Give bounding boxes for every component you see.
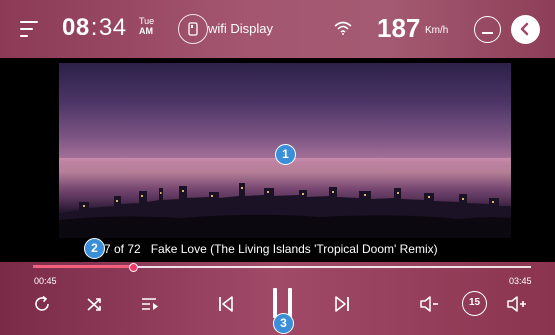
wifi-display-label[interactable]: wifi Display [208,21,273,37]
clock: 08:34 [62,14,127,42]
day-label: Tue [139,16,155,26]
menu-icon[interactable] [20,21,38,37]
wifi-icon [334,21,352,35]
shuffle-button[interactable] [84,293,106,315]
elapsed-time: 00:45 [34,276,57,286]
day-indicator: Tue AM [139,16,154,36]
volume-up-icon [507,296,526,312]
clock-hours: 08 [62,14,90,41]
back-button[interactable] [511,15,540,44]
playlist-button[interactable] [139,293,161,315]
previous-icon [219,296,233,312]
next-button[interactable] [331,293,353,315]
clock-colon: : [90,14,98,41]
minimize-button[interactable] [474,16,501,43]
clock-minutes: 34 [98,14,127,41]
callout-marker-1: 1 [275,144,296,165]
volume-down-icon [420,296,438,312]
volume-down-button[interactable] [418,293,440,315]
volume-up-button[interactable] [505,293,527,315]
next-icon [335,296,349,312]
minimize-icon [482,32,493,34]
shuffle-icon [87,298,101,311]
progress-fill [33,265,133,268]
track-title: Fake Love (The Living Islands 'Tropical … [150,242,438,256]
callout-marker-2: 2 [84,238,105,259]
speed-value: 187 [377,13,421,43]
previous-button[interactable] [215,293,237,315]
pause-icon [273,288,277,318]
status-bar: 08:34 Tue AM wifi Display 187 Km/h [0,0,555,58]
wifi-display-button[interactable] [178,14,208,44]
track-index: 7 of 72 [104,242,141,256]
back-icon [520,22,529,36]
callout-marker-3: 3 [273,313,294,334]
track-info: 7 of 72 Fake Love (The Living Islands 'Tr… [104,242,438,256]
repeat-button[interactable] [31,293,53,315]
speed-unit: Km/h [425,25,449,36]
city-skyline-image [59,158,511,238]
ampm-label: AM [139,26,153,36]
total-time: 03:45 [509,276,532,286]
repeat-icon [35,295,49,311]
rewind-15-button[interactable]: 15 [462,291,487,316]
phone-mirror-icon [188,22,198,36]
progress-thumb[interactable] [128,263,138,272]
playlist-icon [142,298,158,310]
